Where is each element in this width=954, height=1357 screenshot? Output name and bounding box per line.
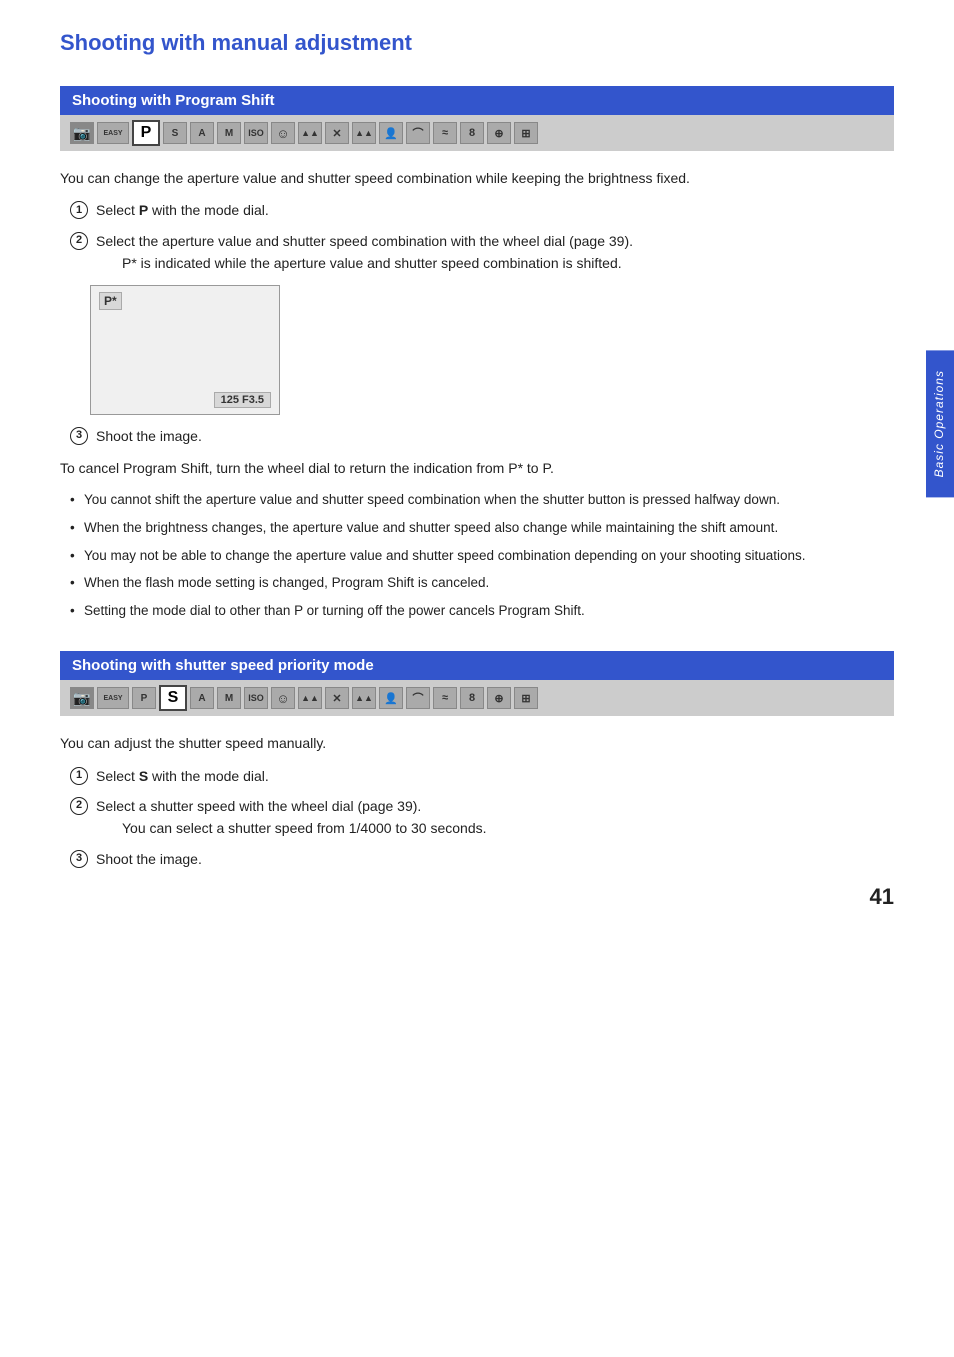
step1-2: 2 Select the aperture value and shutter … <box>70 230 894 275</box>
section2-intro: You can adjust the shutter speed manuall… <box>60 732 894 754</box>
mode-camera-icon: 📷 <box>70 122 94 144</box>
step1-2-subtext: P* is indicated while the aperture value… <box>96 255 622 271</box>
step2-2-subtext: You can select a shutter speed from 1/40… <box>96 820 487 836</box>
mode-bar-2: 📷 EASY P S A M ISO ☺ ▲▲ ✕ ▲▲ 👤 ⌒ ≈ 8 ⊕ ⊞ <box>60 680 894 716</box>
step1-3-text: Shoot the image. <box>96 425 894 447</box>
section2-header: Shooting with shutter speed priority mod… <box>60 651 894 680</box>
mode-cross-icon: ✕ <box>325 122 349 144</box>
mode-portrait-icon: 👤 <box>379 122 403 144</box>
step2-num-3: 3 <box>70 850 88 868</box>
mode2-dot-icon: ⊕ <box>487 687 511 709</box>
section2-steps: 1 Select S with the mode dial. 2 Select … <box>70 765 894 871</box>
bullet-5: Setting the mode dial to other than P or… <box>70 600 894 622</box>
step-num-3: 3 <box>70 427 88 445</box>
mode-a-icon: A <box>190 122 214 144</box>
mode2-grid-icon: ⊞ <box>514 687 538 709</box>
mode2-cross-icon: ✕ <box>325 687 349 709</box>
step-num-1: 1 <box>70 201 88 219</box>
bullet-4: When the flash mode setting is changed, … <box>70 572 894 594</box>
mode-s-icon: S <box>163 122 187 144</box>
mode-grid-icon: ⊞ <box>514 122 538 144</box>
bullet-1: You cannot shift the aperture value and … <box>70 489 894 511</box>
display-top-indicator: P* <box>99 292 122 310</box>
step2-num-1: 1 <box>70 767 88 785</box>
mode-scene2-icon: ▲▲ <box>352 122 376 144</box>
cancel-text: To cancel Program Shift, turn the wheel … <box>60 457 894 479</box>
mode-easy-icon: EASY <box>97 122 129 144</box>
step-num-2: 2 <box>70 232 88 250</box>
step2-num-2: 2 <box>70 797 88 815</box>
mode-m-icon: M <box>217 122 241 144</box>
mode2-a-icon: A <box>190 687 214 709</box>
section-program-shift: Shooting with Program Shift 📷 EASY P S A… <box>60 86 894 621</box>
mode2-scene1-icon: ▲▲ <box>298 687 322 709</box>
mode-dot-icon: ⊕ <box>487 122 511 144</box>
section1-step3: 3 Shoot the image. <box>70 425 894 447</box>
bullet-3: You may not be able to change the apertu… <box>70 545 894 567</box>
step2-1-text: Select S with the mode dial. <box>96 765 894 787</box>
mode2-s-icon: S <box>159 685 187 711</box>
mode-face-icon: ☺ <box>271 122 295 144</box>
mode2-face-icon: ☺ <box>271 687 295 709</box>
sidebar-label: Basic Operations <box>926 350 954 497</box>
mode2-scene2-icon: ▲▲ <box>352 687 376 709</box>
mode2-m-icon: M <box>217 687 241 709</box>
step2-1: 1 Select S with the mode dial. <box>70 765 894 787</box>
step2-3: 3 Shoot the image. <box>70 848 894 870</box>
mode-bar-1: 📷 EASY P S A M ISO ☺ ▲▲ ✕ ▲▲ 👤 ⌒ ≈ 8 ⊕ ⊞ <box>60 115 894 151</box>
mode2-portrait-icon: 👤 <box>379 687 403 709</box>
mode2-p-icon: P <box>132 687 156 709</box>
page-number: 41 <box>870 884 894 910</box>
display-bottom-values: 125 F3.5 <box>214 392 271 408</box>
section1-intro: You can change the aperture value and sh… <box>60 167 894 189</box>
mode-paren-icon: ⌒ <box>406 122 430 144</box>
mode2-wave-icon: ≈ <box>433 687 457 709</box>
mode2-iso-icon: ISO <box>244 687 268 709</box>
camera-display: P* 125 F3.5 <box>90 285 280 415</box>
mode2-camera-icon: 📷 <box>70 687 94 709</box>
mode2-easy-icon: EASY <box>97 687 129 709</box>
step1-1: 1 Select P with the mode dial. <box>70 199 894 221</box>
mode2-8-icon: 8 <box>460 687 484 709</box>
step2-2-text: Select a shutter speed with the wheel di… <box>96 795 894 840</box>
step2-3-text: Shoot the image. <box>96 848 894 870</box>
page-title: Shooting with manual adjustment <box>60 30 894 56</box>
mode-scene1-icon: ▲▲ <box>298 122 322 144</box>
step2-2: 2 Select a shutter speed with the wheel … <box>70 795 894 840</box>
mode-p-icon: P <box>132 120 160 146</box>
mode-iso-icon: ISO <box>244 122 268 144</box>
bullet-2: When the brightness changes, the apertur… <box>70 517 894 539</box>
section1-steps: 1 Select P with the mode dial. 2 Select … <box>70 199 894 274</box>
step1-3: 3 Shoot the image. <box>70 425 894 447</box>
mode2-paren-icon: ⌒ <box>406 687 430 709</box>
section1-header: Shooting with Program Shift <box>60 86 894 115</box>
mode-wave-icon: ≈ <box>433 122 457 144</box>
section-shutter-priority: Shooting with shutter speed priority mod… <box>60 651 894 870</box>
step1-1-text: Select P with the mode dial. <box>96 199 894 221</box>
section1-bullets: You cannot shift the aperture value and … <box>70 489 894 621</box>
mode-8-icon: 8 <box>460 122 484 144</box>
step1-2-text: Select the aperture value and shutter sp… <box>96 230 894 275</box>
